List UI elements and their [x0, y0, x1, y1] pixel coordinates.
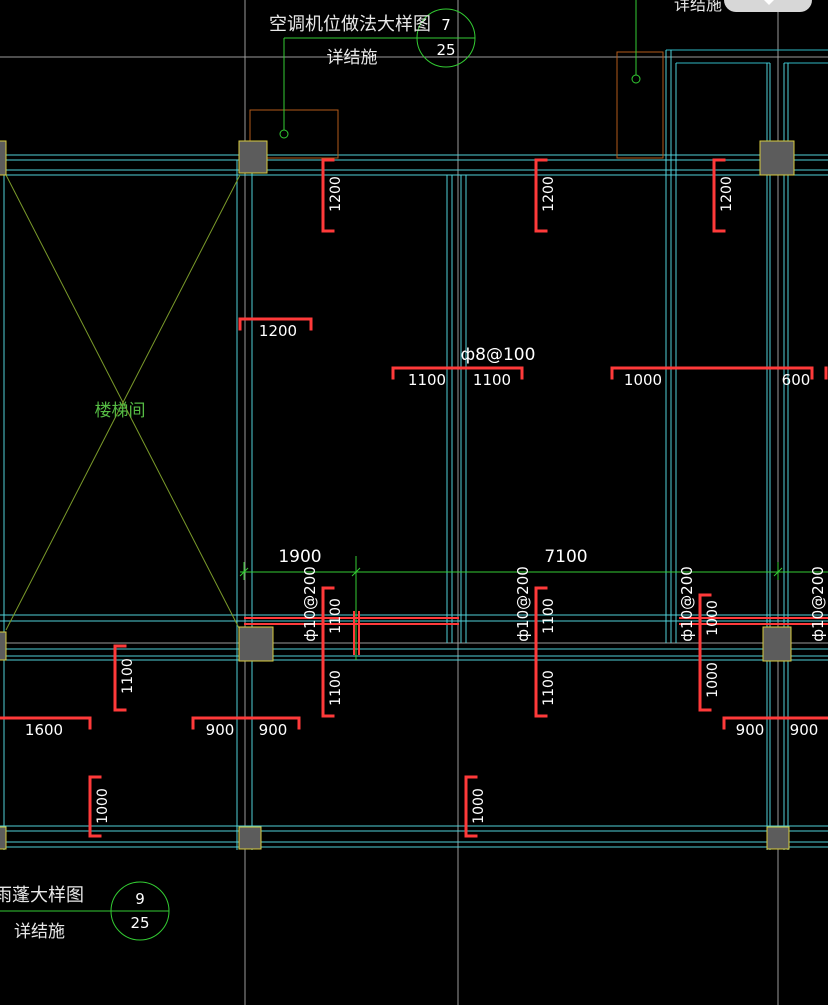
columns: [0, 140, 795, 850]
ac-detail-number: 7: [441, 16, 451, 34]
len-h6a: 900: [736, 721, 765, 739]
spec-c: ф10@200: [678, 566, 696, 642]
ac-detail-sheet: 25: [436, 41, 455, 59]
len-h2a: 1100: [408, 371, 446, 389]
len-h2b: 1100: [473, 371, 511, 389]
len-v2: 1200: [541, 176, 557, 212]
vertical-rebars: [88, 158, 726, 838]
column: [762, 626, 792, 662]
len-h6b: 900: [790, 721, 819, 739]
column: [766, 826, 790, 850]
top-right-ref: 详结施: [674, 0, 722, 14]
len-h3b: 600: [782, 371, 811, 389]
cad-drawing-canvas[interactable]: 楼梯间 空调机位做法大样图 详结施 7 25 详结施 雨蓬大样图 详结施 9 2…: [0, 0, 828, 1005]
dim-1900: 1900: [278, 547, 321, 567]
chevron-down-icon: [762, 0, 776, 5]
column: [0, 826, 7, 850]
len-v10: 1000: [705, 662, 721, 698]
len-h5b: 900: [259, 721, 288, 739]
dim-7100: 7100: [544, 547, 587, 567]
canopy-detail-ref: 详结施: [14, 922, 65, 942]
len-h4: 1600: [25, 721, 63, 739]
len-h1: 1200: [259, 322, 297, 340]
viewport-toggle-button[interactable]: [724, 0, 812, 12]
spec-a: ф10@200: [301, 566, 319, 642]
column: [238, 826, 262, 850]
ac-detail-ref: 详结施: [327, 48, 378, 68]
len-v12: 1000: [471, 788, 487, 824]
vertical-length-labels: 1200 1200 1200 1100 1100 1100 1100 1100 …: [95, 176, 735, 824]
ac-unit-callout: 空调机位做法大样图 详结施 7 25 详结施: [249, 0, 722, 159]
beams: [0, 49, 828, 850]
len-v1: 1200: [328, 176, 344, 212]
column: [0, 140, 7, 176]
column: [759, 140, 795, 176]
len-v4: 1100: [120, 658, 136, 694]
len-v9: 1000: [705, 600, 721, 636]
rebar-spec-main: ф8@100: [461, 345, 536, 365]
len-h3a: 1000: [624, 371, 662, 389]
stair-label: 楼梯间: [95, 401, 146, 421]
spec-b: ф10@200: [514, 566, 532, 642]
structural-plan: 楼梯间 空调机位做法大样图 详结施 7 25 详结施 雨蓬大样图 详结施 9 2…: [0, 0, 828, 1005]
spec-d: ф10@200: [809, 566, 827, 642]
canopy-detail-title: 雨蓬大样图: [0, 885, 84, 906]
ac-detail-title: 空调机位做法大样图: [269, 14, 431, 35]
len-v7: 1100: [541, 598, 557, 634]
len-v5: 1100: [328, 598, 344, 634]
column: [238, 140, 268, 174]
len-v8: 1100: [541, 670, 557, 706]
len-v11: 1000: [95, 788, 111, 824]
canopy-detail-sheet: 25: [130, 914, 149, 932]
rotated-rebar-specs: ф10@200 ф10@200 ф10@200 ф10@200: [301, 566, 827, 642]
len-v3: 1200: [719, 176, 735, 212]
column: [0, 631, 7, 661]
canopy-callout: 雨蓬大样图 详结施 9 25: [0, 881, 170, 942]
len-h5a: 900: [206, 721, 235, 739]
len-v6: 1100: [328, 670, 344, 706]
column: [238, 626, 274, 662]
canopy-detail-number: 9: [135, 890, 145, 908]
staircase-outline: 楼梯间: [5, 174, 241, 631]
grid-lines: [0, 0, 828, 1005]
